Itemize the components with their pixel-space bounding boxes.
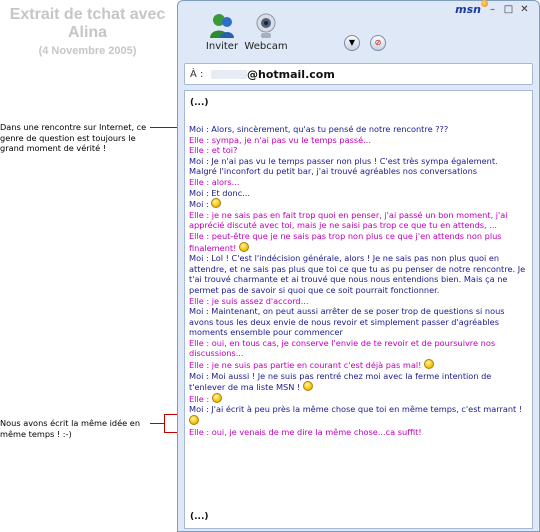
message-text: Elle : sympa, je n'ai pas vu le temps pa… [189, 134, 371, 145]
invite-icon [198, 11, 246, 41]
chat-message-elle: Elle : oui, en tous cas, je conserve l'e… [189, 338, 528, 359]
message-text: Moi : [189, 199, 209, 210]
smiley-icon [424, 359, 435, 370]
caption-date: (4 Novembre 2005) [38, 45, 137, 57]
webcam-button[interactable]: Webcam [242, 11, 290, 53]
chat-message-moi: Moi : J'ai écrit à peu près la même chos… [189, 404, 528, 426]
chat-message-moi: Moi : Je n'ai pas vu le temps passer non… [189, 156, 528, 177]
message-text: Elle : alors... [189, 176, 240, 187]
message-text: Elle : peut-être que je ne sais pas trop… [189, 230, 502, 253]
more-options-button[interactable]: ▼ [344, 35, 360, 51]
message-list: Moi : Alors, sincèrement, qu'as tu pensé… [189, 124, 528, 437]
chat-message-elle: Elle : peut-être que je ne sais pas trop… [189, 231, 528, 253]
caption-title: Extrait de tchat avec Alina [9, 6, 166, 41]
smiley-icon [211, 198, 222, 209]
block-button[interactable]: ⊘ [370, 35, 386, 51]
annotation-leader-2a [150, 423, 164, 424]
smiley-icon [302, 381, 313, 392]
to-field: À : @hotmail.com [184, 63, 533, 85]
smiley-icon [189, 415, 199, 426]
chat-message-moi: Moi : Lol ! C'est l'indécision générale,… [189, 253, 528, 295]
chat-message-elle: Elle : oui, je venais de me dire la même… [189, 427, 528, 438]
message-text: Elle : et toi? [189, 145, 238, 156]
webcam-label: Webcam [244, 41, 288, 52]
message-text: Moi : Alors, sincèrement, qu'as tu pensé… [189, 124, 449, 134]
message-text: Elle : je ne suis pas partie en courant … [189, 360, 422, 371]
bottom-ellipsis: (...) [190, 512, 209, 522]
block-icon: ⊘ [374, 38, 382, 47]
chat-message-moi: Moi : Moi aussi ! Je ne suis pas rentré … [189, 371, 528, 393]
chat-message-moi: Moi : Maintenant, on peut aussi arrêter … [189, 306, 528, 338]
annotation-note-2: Nous avons écrit la même idée en même te… [0, 418, 141, 439]
message-text: Elle : je suis assez d'accord... [189, 295, 309, 306]
webcam-icon [242, 11, 290, 41]
msn-chat-window: msn msn – □ ✕ Inviter [177, 0, 540, 532]
smiley-icon [211, 392, 222, 403]
chat-message-moi: Moi : Alors, sincèrement, qu'as tu pensé… [189, 124, 528, 135]
chat-message-elle: Elle : je ne sais pas en fait trop quoi … [189, 210, 528, 231]
chat-message-elle: Elle : alors... [189, 177, 528, 188]
chat-message-elle: Elle : sympa, je n'ai pas vu le temps pa… [189, 135, 528, 146]
toolbar: Inviter Webcam ▼ ⊘ [178, 11, 539, 59]
message-text: Elle : [189, 393, 210, 404]
message-text: Elle : oui, je venais de me dire la même… [189, 426, 422, 437]
invite-button[interactable]: Inviter [198, 11, 246, 53]
caption: Extrait de tchat avec Alina (4 Novembre … [0, 6, 175, 58]
chat-message-moi: Moi : Et donc... [189, 188, 528, 199]
top-ellipsis: (...) [190, 98, 209, 108]
chat-message-elle: Elle : et toi? [189, 145, 528, 156]
chat-message-elle: Elle : [189, 392, 528, 405]
to-address: @hotmail.com [247, 68, 335, 81]
message-text: Moi : Et donc... [189, 187, 251, 198]
message-text: Elle : oui, en tous cas, je conserve l'e… [189, 337, 496, 359]
chat-message-moi: Moi : [189, 198, 528, 210]
annotation-leader-2v [164, 414, 165, 433]
annotation-note-1: Dans une rencontre sur Internet, ce genr… [0, 122, 147, 154]
chat-history[interactable]: (...) Moi : Alors, sincèrement, qu'as tu… [184, 90, 533, 529]
message-text: Moi : Lol ! C'est l'indécision générale,… [189, 253, 526, 295]
chevron-down-icon: ▼ [348, 38, 356, 47]
to-label: À : [190, 69, 204, 80]
chat-message-elle: Elle : je suis assez d'accord... [189, 296, 528, 307]
smiley-icon [238, 241, 249, 252]
message-text: Moi : Je n'ai pas vu le temps passer non… [189, 155, 498, 177]
message-text: Moi : Maintenant, on peut aussi arrêter … [189, 306, 505, 338]
message-text: Moi : Moi aussi ! Je ne suis pas rentré … [189, 370, 492, 393]
invite-label: Inviter [205, 41, 239, 52]
message-text: Moi : J'ai écrit à peu près la même chos… [189, 404, 523, 415]
blurred-address [211, 70, 247, 79]
chat-message-elle: Elle : je ne suis pas partie en courant … [189, 359, 528, 371]
message-text: Elle : je ne sais pas en fait trop quoi … [189, 209, 508, 231]
